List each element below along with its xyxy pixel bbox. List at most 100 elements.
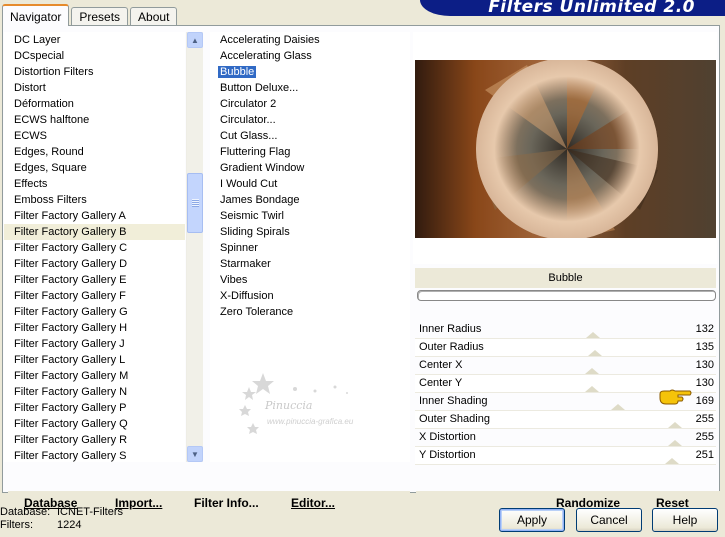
category-list[interactable]: DC Layer DCspecial Distortion Filters Disto… — [4, 32, 185, 462]
category-item[interactable]: Filter Factory Gallery P — [4, 400, 185, 416]
filter-item[interactable]: Starmaker — [210, 256, 410, 272]
category-item[interactable]: Filter Factory Gallery C — [4, 240, 185, 256]
preview-image — [415, 60, 716, 238]
filter-item-label: Accelerating Glass — [220, 50, 312, 62]
category-item[interactable]: DCspecial — [4, 48, 185, 64]
filter-item[interactable]: Accelerating Daisies — [210, 32, 410, 48]
filter-item[interactable]: James Bondage — [210, 192, 410, 208]
category-item[interactable]: ECWS — [4, 128, 185, 144]
param-value: 135 — [695, 341, 714, 353]
slider-thumb[interactable] — [586, 332, 600, 338]
category-item[interactable]: Déformation — [4, 96, 185, 112]
slider-thumb[interactable] — [588, 350, 602, 356]
filter-item[interactable]: Sliding Spirals — [210, 224, 410, 240]
slider-thumb[interactable] — [665, 458, 680, 464]
filter-item[interactable]: Accelerating Glass — [210, 48, 410, 64]
tab-about[interactable]: About — [130, 7, 178, 26]
filter-item[interactable]: Circulator 2 — [210, 96, 410, 112]
filter-item[interactable]: Gradient Window — [210, 160, 410, 176]
scroll-up-arrow-icon[interactable]: ▲ — [187, 32, 203, 48]
main-panel: DC Layer DCspecial Distortion Filters Disto… — [2, 25, 720, 515]
slider-thumb[interactable] — [584, 386, 599, 392]
param-label: Outer Shading — [419, 413, 490, 425]
param-row[interactable]: Center X 130 — [415, 357, 716, 375]
param-row[interactable]: Outer Shading 255 — [415, 411, 716, 429]
filter-item[interactable]: Seismic Twirl — [210, 208, 410, 224]
filter-item-label: James Bondage — [220, 194, 300, 206]
slider-thumb[interactable] — [584, 368, 599, 374]
param-row[interactable]: Inner Radius 132 — [415, 321, 716, 339]
filter-item-label: Starmaker — [220, 258, 271, 270]
category-item[interactable]: Filter Factory Gallery F — [4, 288, 185, 304]
slider-thumb[interactable] — [668, 422, 682, 428]
category-item[interactable]: Filter Factory Gallery J — [4, 336, 185, 352]
editor-button[interactable]: Editor... — [291, 496, 335, 510]
category-item[interactable]: Filter Factory Gallery M — [4, 368, 185, 384]
filters-count: 1224 — [57, 519, 82, 531]
filter-item[interactable]: Cut Glass... — [210, 128, 410, 144]
param-label: Center X — [419, 359, 463, 371]
param-label: X Distortion — [419, 431, 476, 443]
filter-item[interactable]: Circulator... — [210, 112, 410, 128]
category-item[interactable]: Filter Factory Gallery E — [4, 272, 185, 288]
filter-item[interactable]: Button Deluxe... — [210, 80, 410, 96]
scroll-thumb[interactable] — [187, 173, 203, 233]
category-item[interactable]: Filter Factory Gallery S — [4, 448, 185, 462]
filter-item[interactable]: Fluttering Flag — [210, 144, 410, 160]
progress-bar — [417, 290, 716, 301]
database-value: ICNET-Filters — [57, 506, 123, 518]
category-item[interactable]: Filter Factory Gallery H — [4, 320, 185, 336]
category-item[interactable]: ECWS halftone — [4, 112, 185, 128]
filter-item[interactable]: X-Diffusion — [210, 288, 410, 304]
param-value: 255 — [695, 431, 714, 443]
slider-thumb[interactable] — [668, 440, 682, 446]
slider-thumb[interactable] — [610, 404, 625, 410]
filter-item[interactable]: Spinner — [210, 240, 410, 256]
category-item[interactable]: Filter Factory Gallery A — [4, 208, 185, 224]
category-item[interactable]: Edges, Square — [4, 160, 185, 176]
cancel-button[interactable]: Cancel — [576, 508, 642, 532]
category-item[interactable]: Filter Factory Gallery B — [4, 224, 185, 240]
apply-button[interactable]: Apply — [499, 508, 565, 532]
filter-item-label: Accelerating Daisies — [220, 34, 320, 46]
filter-item[interactable]: Vibes — [210, 272, 410, 288]
category-item[interactable]: Filter Factory Gallery R — [4, 432, 185, 448]
filter-item[interactable]: I Would Cut — [210, 176, 410, 192]
param-label: Y Distortion — [419, 449, 476, 461]
filter-item-label: Fluttering Flag — [220, 146, 291, 158]
category-scrollbar[interactable]: ▲ ▼ — [186, 32, 203, 462]
category-item[interactable]: Filter Factory Gallery N — [4, 384, 185, 400]
category-item[interactable]: Filter Factory Gallery D — [4, 256, 185, 272]
category-item[interactable]: Filter Factory Gallery Q — [4, 416, 185, 432]
param-label: Center Y — [419, 377, 463, 389]
param-row[interactable]: Outer Radius 135 — [415, 339, 716, 357]
category-item[interactable]: Edges, Round — [4, 144, 185, 160]
param-row[interactable]: X Distortion 255 — [415, 429, 716, 447]
filter-item[interactable]: Bubble — [210, 64, 410, 80]
filter-item-label: Sliding Spirals — [220, 226, 290, 238]
filter-item-label: Spinner — [220, 242, 258, 254]
watermark-name: Pinuccia — [265, 399, 313, 412]
param-value: 251 — [695, 449, 714, 461]
pointing-hand-icon — [658, 388, 692, 406]
category-item[interactable]: Filter Factory Gallery L — [4, 352, 185, 368]
help-button[interactable]: Help — [652, 508, 718, 532]
category-item[interactable]: Filter Factory Gallery G — [4, 304, 185, 320]
param-row[interactable]: Y Distortion 251 — [415, 447, 716, 465]
filter-item[interactable]: Zero Tolerance — [210, 304, 410, 320]
filters-label: Filters: — [0, 519, 33, 531]
category-item[interactable]: DC Layer — [4, 32, 185, 48]
filter-info-button[interactable]: Filter Info... — [194, 496, 259, 510]
category-item[interactable]: Distortion Filters — [4, 64, 185, 80]
tab-navigator[interactable]: Navigator — [2, 4, 70, 26]
category-item[interactable]: Emboss Filters — [4, 192, 185, 208]
category-item[interactable]: Distort — [4, 80, 185, 96]
param-value: 169 — [695, 395, 714, 407]
filter-item-label: Zero Tolerance — [220, 306, 294, 318]
category-item[interactable]: Effects — [4, 176, 185, 192]
param-value: 130 — [695, 377, 714, 389]
scroll-down-arrow-icon[interactable]: ▼ — [187, 446, 203, 462]
filter-item-label: X-Diffusion — [220, 290, 274, 302]
param-value: 130 — [695, 359, 714, 371]
tab-presets[interactable]: Presets — [71, 7, 129, 26]
